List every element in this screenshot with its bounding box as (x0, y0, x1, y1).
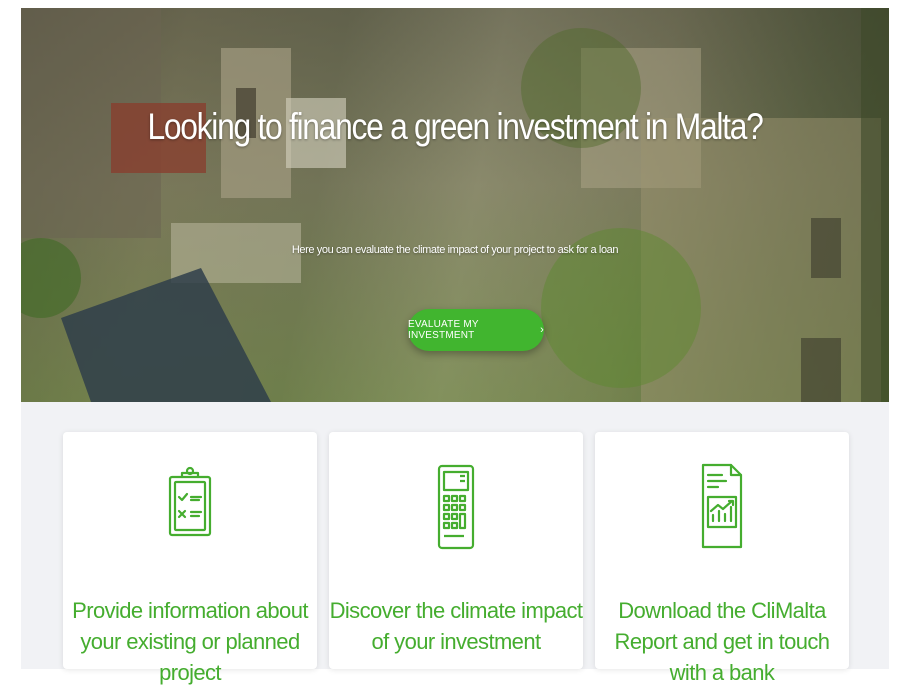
step-label: Discover the climate impact of your inve… (329, 598, 583, 654)
chevron-right-icon: › (540, 324, 544, 336)
hero-banner: Looking to finance a green investment in… (21, 8, 889, 402)
report-chart-icon (699, 461, 745, 556)
step-card-download-report: Download the CliMalta Report and get in … (595, 432, 849, 685)
calculator-icon (436, 461, 476, 556)
step-label: Download the CliMalta Report and get in … (614, 598, 831, 685)
clipboard-checklist-icon (167, 461, 213, 556)
hero-title: Looking to finance a green investment in… (147, 106, 763, 147)
evaluate-investment-label: EVALUATE MY INVESTMENT (408, 319, 479, 341)
evaluate-investment-button[interactable]: EVALUATE MY INVESTMENT › (408, 309, 544, 351)
step-card-discover-impact: Discover the climate impact of your inve… (329, 432, 583, 669)
hero-subtitle: Here you can evaluate the climate impact… (291, 244, 619, 256)
step-card-provide-info: Provide information about your existing … (63, 432, 317, 685)
step-label: Provide information about your existing … (72, 598, 308, 685)
